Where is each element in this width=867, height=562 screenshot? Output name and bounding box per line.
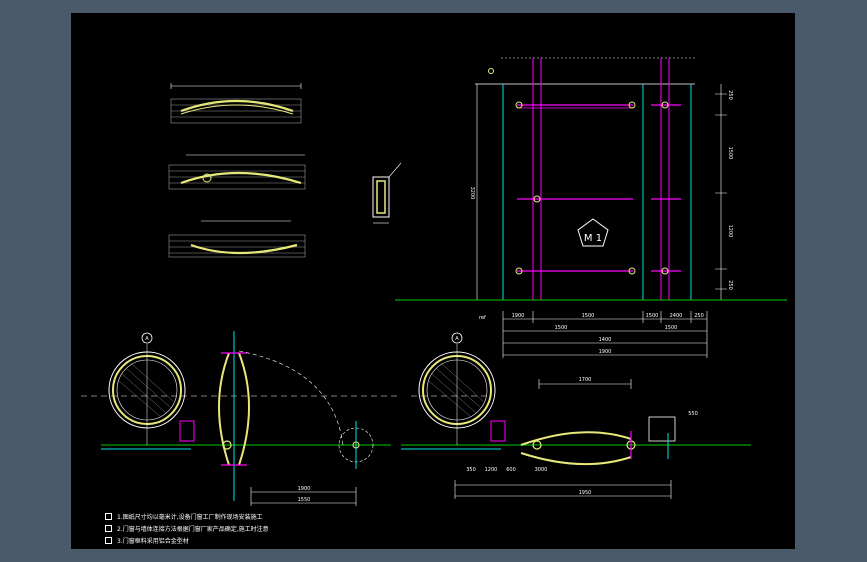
elev-dim-b1-2: 1500 [646,313,659,319]
elev-dim-b2-1: 1500 [665,325,678,331]
plan1-swing-arc [238,350,344,446]
elev-dim-left: 3200 [469,187,475,200]
plan1-axis-label: A [145,336,149,342]
plan2-axis-label: A [455,336,459,342]
note-checkbox-icon [105,524,112,532]
arch-curve-2 [180,171,302,185]
elev-dim-b1-4: 250 [694,313,704,319]
plan2-dim-top: 1700 [579,377,592,383]
cad-viewport[interactable]: M 1 ref A 1900 1550 A 1700 1950 550 250 … [71,13,795,549]
elev-ref-tag: ref [479,315,486,321]
elev-dim-b2-0: 1500 [555,325,568,331]
plan2-hinge-block [490,420,506,442]
cad-drawing: M 1 ref A 1900 1550 A 1700 1950 550 2501… [81,57,787,506]
elev-dim-b4-0: 1900 [599,349,612,355]
elev-dim-right-1: 1500 [727,147,733,160]
plan2-dim-mid-0: 350 [466,467,476,473]
plan2-dim-mid-2: 600 [506,467,516,473]
elev-dim-b1-3: 2400 [670,313,683,319]
note-line-1: 1.图纸尺寸均以毫米计,设备门窗工厂制作现场安装施工 [105,510,263,522]
plan2-door-leaf [520,431,636,466]
note-line-2: 2.门窗与墙体连接方法根据门窗厂家产品确定,施工时注意 [105,522,269,534]
elev-dim-b3-0: 1400 [599,337,612,343]
door-mark-label: M 1 [584,233,602,244]
note-line-3: 3.门窗框料采用铝合金型材 [105,534,189,546]
note-text-3: 3.门窗框料采用铝合金型材 [117,537,189,545]
plan2-dim-bot: 1950 [579,490,592,496]
arch-detail-1 [170,83,302,124]
plan2-dim-mid-3: 3000 [535,467,548,473]
elev-dim-b1-0: 1900 [512,313,525,319]
door-elevation [475,58,727,300]
frame-section-detail [372,162,402,224]
elev-dim-b1-1: 1500 [582,313,595,319]
plan1-dim-b: 1550 [298,497,311,503]
elev-dim-right-2: 1200 [727,225,733,238]
plan2-dim-mid-1: 1200 [485,467,498,473]
plan2-dim-small: 550 [688,411,698,417]
elev-dim-right-3: 250 [727,280,733,290]
plan1-door-leaf [218,331,250,501]
arch-curve-3 [190,243,298,255]
arch-detail-3 [168,220,306,258]
note-text-2: 2.门窗与墙体连接方法根据门窗厂家产品确定,施工时注意 [117,525,269,533]
note-checkbox-icon [105,512,112,520]
plan1-round-column [108,344,186,445]
note-checkbox-icon [105,536,112,544]
plan2-end-box [648,416,676,442]
plan2-round-column [418,344,496,445]
plan2-dims [454,379,672,499]
note-text-1: 1.图纸尺寸均以毫米计,设备门窗工厂制作现场安装施工 [117,513,263,521]
elev-dim-right-0: 250 [727,90,733,100]
plan1-dim-a: 1900 [298,486,311,492]
plan1-hinge-block [179,420,195,442]
elev-ref-marker [488,68,494,74]
